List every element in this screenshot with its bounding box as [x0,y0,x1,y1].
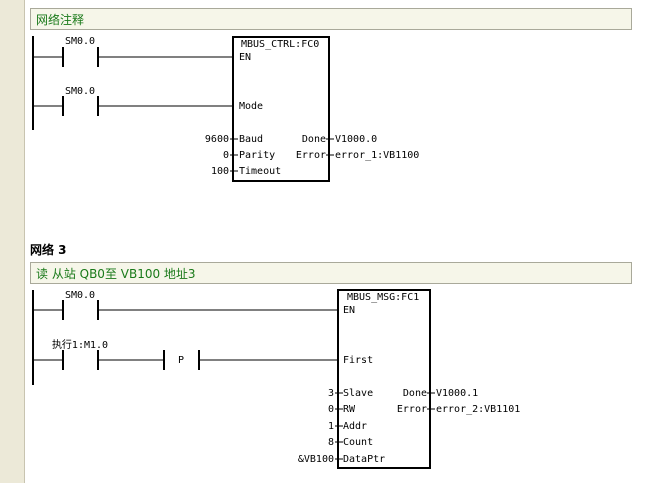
baud-pin-label: Baud [239,134,263,145]
slave-value: 3 [328,388,334,399]
p-label: P [178,355,184,366]
contact-1-label: SM0.0 [65,290,95,301]
done-value: V1000.1 [436,388,478,399]
dataptr-pin-label: DataPtr [343,454,385,465]
error-value: error_1:VB1100 [335,150,419,161]
contact-1-label: SM0.0 [65,36,95,47]
ladder-diagram: SM0.0 SM0.0 MBUS_CTRL:FC0 EN Mode 9600 B… [32,36,520,469]
mode-pin-label: Mode [239,101,263,112]
rw-pin-label: RW [343,404,356,415]
positive-transition-contact[interactable]: P [160,347,204,373]
addr-pin-label: Addr [343,421,367,432]
mbus-msg-block[interactable]: MBUS_MSG:FC1 EN First 3 Slave 0 RW 1 Add… [298,292,520,465]
done-pin-label: Done [403,388,427,399]
network-2-contact-1[interactable]: SM0.0 [60,36,102,70]
network-3-contact-1[interactable]: SM0.0 [60,290,102,323]
done-pin-label: Done [302,134,326,145]
network-2-contact-2[interactable]: SM0.0 [60,86,102,119]
error-pin-label: Error [296,150,326,161]
block-title: MBUS_CTRL:FC0 [241,39,319,50]
dataptr-value: &VB100 [298,454,334,465]
done-value: V1000.0 [335,134,377,145]
rw-value: 0 [328,404,334,415]
error-value: error_2:VB1101 [436,404,520,415]
baud-value: 9600 [205,134,229,145]
en-pin-label: EN [343,305,355,316]
slave-pin-label: Slave [343,388,373,399]
parity-value: 0 [223,150,229,161]
timeout-pin-label: Timeout [239,166,281,177]
count-pin-label: Count [343,437,373,448]
block-title: MBUS_MSG:FC1 [347,292,419,303]
contact-2-label: 执行1:M1.0 [52,338,108,351]
mbus-ctrl-block[interactable]: MBUS_CTRL:FC0 EN Mode 9600 Baud 0 Parity… [205,39,419,177]
addr-value: 1 [328,421,334,432]
timeout-value: 100 [211,166,229,177]
contact-2-label: SM0.0 [65,86,95,97]
first-pin-label: First [343,355,373,366]
count-value: 8 [328,437,334,448]
network-3-contact-2[interactable]: 执行1:M1.0 [50,338,108,373]
parity-pin-label: Parity [239,150,275,161]
en-pin-label: EN [239,52,251,63]
error-pin-label: Error [397,404,427,415]
